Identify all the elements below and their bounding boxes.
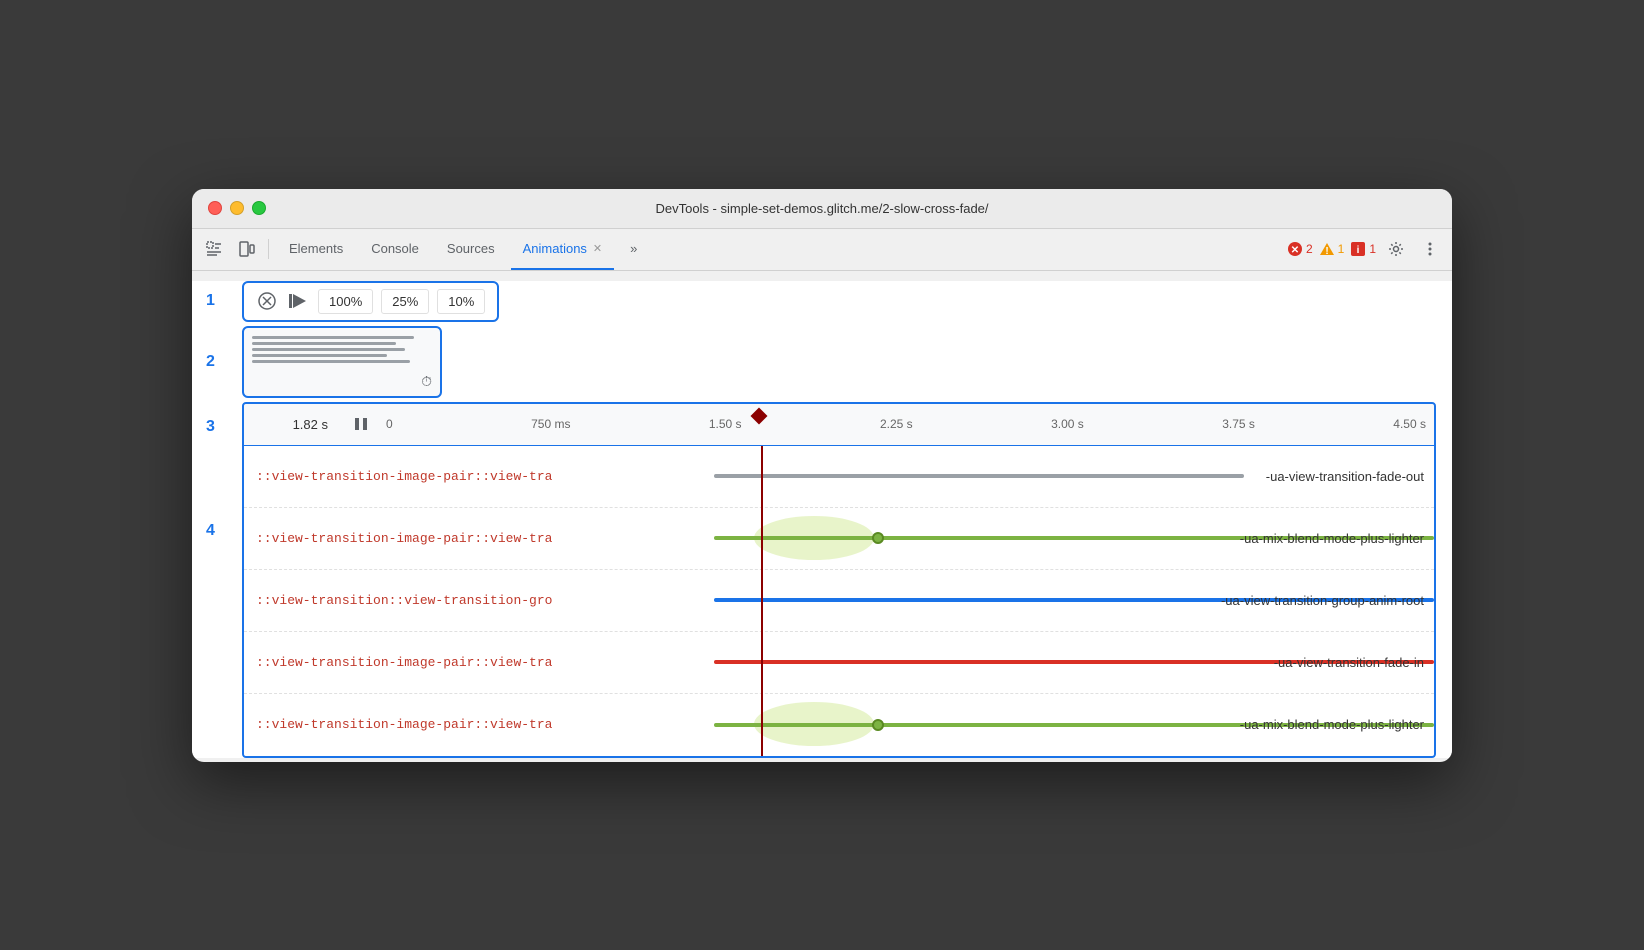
anim-label-1: ::view-transition-image-pair::view-tra xyxy=(244,469,714,484)
speed-10-button[interactable]: 10% xyxy=(437,289,485,314)
controls-section: 100% 25% 10% xyxy=(242,281,499,322)
divider xyxy=(268,239,269,259)
tab-elements[interactable]: Elements xyxy=(277,228,355,270)
anim-name-4: -ua-view-transition-fade-in xyxy=(1274,655,1424,670)
anim-row-2: ::view-transition-image-pair::view-tra -… xyxy=(244,508,1434,570)
ruler-label-0: 0 xyxy=(386,417,393,431)
device-toolbar-button[interactable] xyxy=(232,235,260,263)
preview-line-5 xyxy=(252,360,410,363)
anim-row-1: ::view-transition-image-pair::view-tra -… xyxy=(244,446,1434,508)
preview-line-3 xyxy=(252,348,405,351)
ruler-label-150: 1.50 s xyxy=(709,417,742,431)
devtools-toolbar: Elements Console Sources Animations ✕ » … xyxy=(192,229,1452,271)
traffic-lights xyxy=(208,201,266,215)
tab-more[interactable]: » xyxy=(618,228,649,270)
anim-label-5: ::view-transition-image-pair::view-tra xyxy=(244,717,714,732)
devtools-window: DevTools - simple-set-demos.glitch.me/2-… xyxy=(192,189,1452,762)
warning-badge[interactable]: ! 1 xyxy=(1319,241,1345,257)
inspect-element-button[interactable] xyxy=(200,235,228,263)
anim-track-2: -ua-mix-blend-mode-plus-lighter xyxy=(714,508,1434,569)
ruler-label-375: 3.75 s xyxy=(1222,417,1255,431)
label-1: 1 xyxy=(206,292,215,310)
svg-text:i: i xyxy=(1357,245,1360,256)
anim-row-4: ::view-transition-image-pair::view-tra -… xyxy=(244,632,1434,694)
anim-track-3: -ua-view-transition-group-anim-root xyxy=(714,570,1434,631)
anim-name-2: -ua-mix-blend-mode-plus-lighter xyxy=(1240,531,1424,546)
settings-button[interactable] xyxy=(1382,235,1410,263)
label-4: 4 xyxy=(206,522,215,540)
window-title: DevTools - simple-set-demos.glitch.me/2-… xyxy=(655,201,988,216)
playhead-diamond xyxy=(759,410,765,422)
clear-button[interactable] xyxy=(256,290,278,312)
error-badge[interactable]: ✕ 2 xyxy=(1287,241,1313,257)
preview-line-1 xyxy=(252,336,414,339)
titlebar: DevTools - simple-set-demos.glitch.me/2-… xyxy=(192,189,1452,229)
ruler-label-300: 3.00 s xyxy=(1051,417,1084,431)
pause-button[interactable] xyxy=(344,415,378,433)
tab-animations[interactable]: Animations ✕ xyxy=(511,228,615,270)
anim-track-1: -ua-view-transition-fade-out xyxy=(714,446,1434,507)
anim-row-5: ::view-transition-image-pair::view-tra -… xyxy=(244,694,1434,756)
label-2: 2 xyxy=(206,353,215,371)
anim-label-3: ::view-transition::view-transition-gro xyxy=(244,593,714,608)
anim-track-5: -ua-mix-blend-mode-plus-lighter xyxy=(714,694,1434,756)
svg-text:✕: ✕ xyxy=(1291,245,1299,256)
anim-label-2: ::view-transition-image-pair::view-tra xyxy=(244,531,714,546)
label-3: 3 xyxy=(206,418,215,436)
info-badge: i 1 xyxy=(1350,241,1376,257)
group-preview: ⏱ xyxy=(242,326,442,398)
ruler-label-225: 2.25 s xyxy=(880,417,913,431)
svg-text:!: ! xyxy=(1325,246,1328,257)
anim-track-4: -ua-view-transition-fade-in xyxy=(714,632,1434,693)
speed-100-button[interactable]: 100% xyxy=(318,289,373,314)
anim-name-3: -ua-view-transition-group-anim-root xyxy=(1221,593,1424,608)
speed-25-button[interactable]: 25% xyxy=(381,289,429,314)
preview-clock-icon: ⏱ xyxy=(421,373,432,390)
anim-row-3: ::view-transition::view-transition-gro -… xyxy=(244,570,1434,632)
playhead-line xyxy=(761,446,763,756)
ruler-label-450: 4.50 s xyxy=(1393,417,1426,431)
preview-line-2 xyxy=(252,342,396,345)
more-menu-button[interactable] xyxy=(1416,235,1444,263)
play-button[interactable] xyxy=(286,289,310,313)
green-dot-2 xyxy=(872,719,884,731)
minimize-button[interactable] xyxy=(230,201,244,215)
current-time: 1.82 s xyxy=(244,417,344,432)
ruler-labels: 0 750 ms 1.50 s 2.25 s 3.00 s 3.75 s 4.5… xyxy=(378,417,1434,431)
timeline-ruler-section: 1.82 s 0 750 ms 1.50 s 2.25 s 3.00 s 3.7… xyxy=(242,402,1436,446)
anim-bar-gray-1 xyxy=(714,474,1244,478)
tab-close-icon[interactable]: ✕ xyxy=(593,242,602,255)
animation-rows-section: ::view-transition-image-pair::view-tra -… xyxy=(242,446,1436,758)
anim-name-1: -ua-view-transition-fade-out xyxy=(1266,469,1424,484)
maximize-button[interactable] xyxy=(252,201,266,215)
green-dot-1 xyxy=(872,532,884,544)
toolbar-right: ✕ 2 ! 1 i 1 xyxy=(1287,235,1444,263)
devtools-body: 1 100% 25% 10% 2 ⏱ xyxy=(192,281,1452,758)
tab-sources[interactable]: Sources xyxy=(435,228,507,270)
anim-label-4: ::view-transition-image-pair::view-tra xyxy=(244,655,714,670)
close-button[interactable] xyxy=(208,201,222,215)
ruler-label-750: 750 ms xyxy=(531,417,570,431)
anim-name-5: -ua-mix-blend-mode-plus-lighter xyxy=(1240,717,1424,732)
tab-console[interactable]: Console xyxy=(359,228,431,270)
preview-line-4 xyxy=(252,354,387,357)
